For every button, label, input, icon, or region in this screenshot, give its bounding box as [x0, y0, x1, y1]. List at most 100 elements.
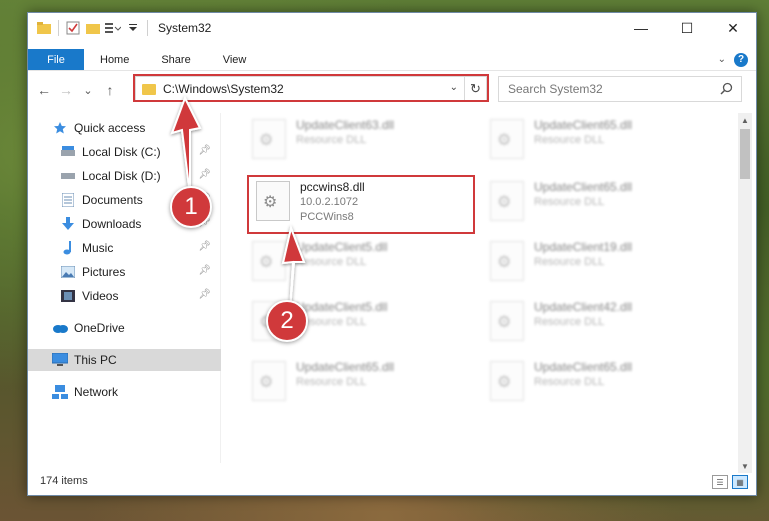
film-icon	[60, 288, 76, 304]
file-item[interactable]: UpdateClient5.dll Resource DLL	[244, 235, 454, 291]
help-icon[interactable]: ?	[734, 52, 748, 67]
pictures-icon	[60, 264, 76, 280]
search-placeholder: Search System32	[508, 82, 603, 96]
file-item[interactable]: UpdateClient42.dll Resource DLL	[482, 295, 692, 351]
file-name: pccwins8.dll	[300, 180, 365, 194]
pin-icon[interactable]: 📌︎	[198, 241, 211, 252]
sidebar-item-label: Downloads	[82, 217, 142, 231]
new-folder-icon[interactable]	[85, 20, 101, 36]
sidebar-item-label: Quick access	[74, 121, 146, 135]
scroll-thumb[interactable]	[740, 129, 750, 179]
sidebar-item-label: Local Disk (D:)	[82, 169, 161, 183]
up-button[interactable]: ↑	[100, 78, 120, 102]
pin-icon[interactable]: 📌︎	[198, 145, 211, 156]
file-name: UpdateClient63.dll	[296, 118, 395, 132]
tiles-view-icon[interactable]: ▦	[732, 475, 748, 489]
back-button[interactable]: ←	[34, 78, 54, 102]
minimize-button[interactable]: —	[618, 13, 664, 43]
sidebar-item-label: OneDrive	[74, 321, 125, 335]
close-button[interactable]: ✕	[710, 13, 756, 43]
sidebar-item-local-disk-c[interactable]: Local Disk (C:) 📌︎	[28, 141, 221, 163]
recent-locations-button[interactable]: ⌄	[78, 78, 98, 102]
file-name: UpdateClient65.dll	[534, 180, 633, 194]
chevron-down-icon[interactable]: ⌄	[450, 82, 458, 93]
sidebar-item-music[interactable]: Music 📌︎	[28, 237, 221, 259]
navigation-pane: Quick access Local Disk (C:) 📌︎ Local Di…	[28, 113, 221, 463]
item-count: 174 items	[40, 475, 88, 487]
dll-file-icon	[252, 119, 286, 159]
file-explorer-window: System32 — ☐ ✕ File Home Share View ⌄ ? …	[27, 12, 757, 496]
dll-file-icon	[252, 361, 286, 401]
forward-button[interactable]: →	[56, 78, 76, 102]
sidebar-item-videos[interactable]: Videos 📌︎	[28, 285, 221, 307]
file-item[interactable]: UpdateClient65.dll Resource DLL	[482, 113, 692, 169]
dll-file-icon	[490, 301, 524, 341]
properties-icon[interactable]	[65, 20, 81, 36]
tab-view[interactable]: View	[207, 49, 263, 70]
drive-icon	[60, 144, 76, 160]
file-item[interactable]: UpdateClient65.dll Resource DLL	[482, 175, 692, 231]
refresh-button[interactable]: ↻	[465, 76, 487, 102]
sidebar-item-label: Local Disk (C:)	[82, 145, 161, 159]
dropdown-arrow-icon[interactable]	[125, 20, 141, 36]
window-title: System32	[158, 21, 212, 35]
file-type: Resource DLL	[534, 376, 605, 388]
vertical-scrollbar[interactable]: ▲ ▼	[738, 113, 752, 473]
sidebar-item-network[interactable]: Network	[28, 381, 221, 403]
ribbon-right: ⌄ ?	[718, 49, 756, 70]
navigation-bar: ← → ⌄ ↑ C:\Windows\System32 ⌄ ↻ Search S…	[28, 74, 756, 105]
step-1-badge: 1	[170, 186, 212, 228]
file-item[interactable]: UpdateClient63.dll Resource DLL	[244, 113, 454, 169]
file-name: UpdateClient42.dll	[534, 300, 633, 314]
sidebar-item-quick-access[interactable]: Quick access	[28, 117, 221, 139]
file-item[interactable]: UpdateClient65.dll Resource DLL	[482, 355, 692, 411]
file-name: UpdateClient65.dll	[534, 360, 633, 374]
file-type: Resource DLL	[296, 316, 367, 328]
dll-file-icon	[490, 119, 524, 159]
file-type: Resource DLL	[534, 134, 605, 146]
pin-icon[interactable]: 📌︎	[198, 169, 211, 180]
file-description: PCCWins8	[300, 211, 354, 223]
file-name: UpdateClient65.dll	[534, 118, 633, 132]
file-item[interactable]: UpdateClient19.dll Resource DLL	[482, 235, 692, 291]
sidebar-item-label: Network	[74, 385, 119, 399]
cloud-icon	[52, 320, 68, 336]
scroll-up-icon[interactable]: ▲	[738, 113, 752, 127]
view-toggle: ☰ ▦	[712, 475, 748, 489]
pin-icon[interactable]: 📌︎	[198, 265, 211, 276]
dll-file-icon	[490, 181, 524, 221]
music-note-icon	[60, 240, 76, 256]
computer-icon	[52, 352, 68, 368]
file-item-pccwins8[interactable]: pccwins8.dll 10.0.2.1072 PCCWins8	[248, 175, 458, 231]
file-type: Resource DLL	[296, 134, 367, 146]
dll-file-icon	[490, 241, 524, 281]
download-arrow-icon	[60, 216, 76, 232]
folder-icon	[142, 83, 156, 95]
customize-toolbar-icon[interactable]	[105, 20, 121, 36]
pin-icon[interactable]: 📌︎	[198, 289, 211, 300]
file-item[interactable]: UpdateClient65.dll Resource DLL	[244, 355, 454, 411]
dll-file-icon	[256, 181, 290, 221]
dll-file-icon	[490, 361, 524, 401]
expand-ribbon-icon[interactable]: ⌄	[718, 54, 726, 65]
details-view-icon[interactable]: ☰	[712, 475, 728, 489]
file-type: Resource DLL	[296, 256, 367, 268]
tab-share[interactable]: Share	[145, 49, 206, 70]
sidebar-item-this-pc[interactable]: This PC	[28, 349, 221, 371]
tab-home[interactable]: Home	[84, 49, 145, 70]
step-2-badge: 2	[266, 300, 308, 342]
sidebar-item-onedrive[interactable]: OneDrive	[28, 317, 221, 339]
address-bar[interactable]: C:\Windows\System32 ⌄	[135, 76, 465, 102]
maximize-button[interactable]: ☐	[664, 13, 710, 43]
search-input[interactable]: Search System32	[498, 76, 742, 102]
separator	[147, 20, 148, 36]
drive-icon	[60, 168, 76, 184]
search-icon[interactable]	[720, 82, 733, 98]
sidebar-item-label: This PC	[74, 353, 117, 367]
sidebar-item-local-disk-d[interactable]: Local Disk (D:) 📌︎	[28, 165, 221, 187]
sidebar-item-label: Music	[82, 241, 114, 255]
tab-file[interactable]: File	[28, 49, 84, 70]
address-path: C:\Windows\System32	[163, 82, 284, 96]
sidebar-item-pictures[interactable]: Pictures 📌︎	[28, 261, 221, 283]
documents-icon	[60, 192, 76, 208]
